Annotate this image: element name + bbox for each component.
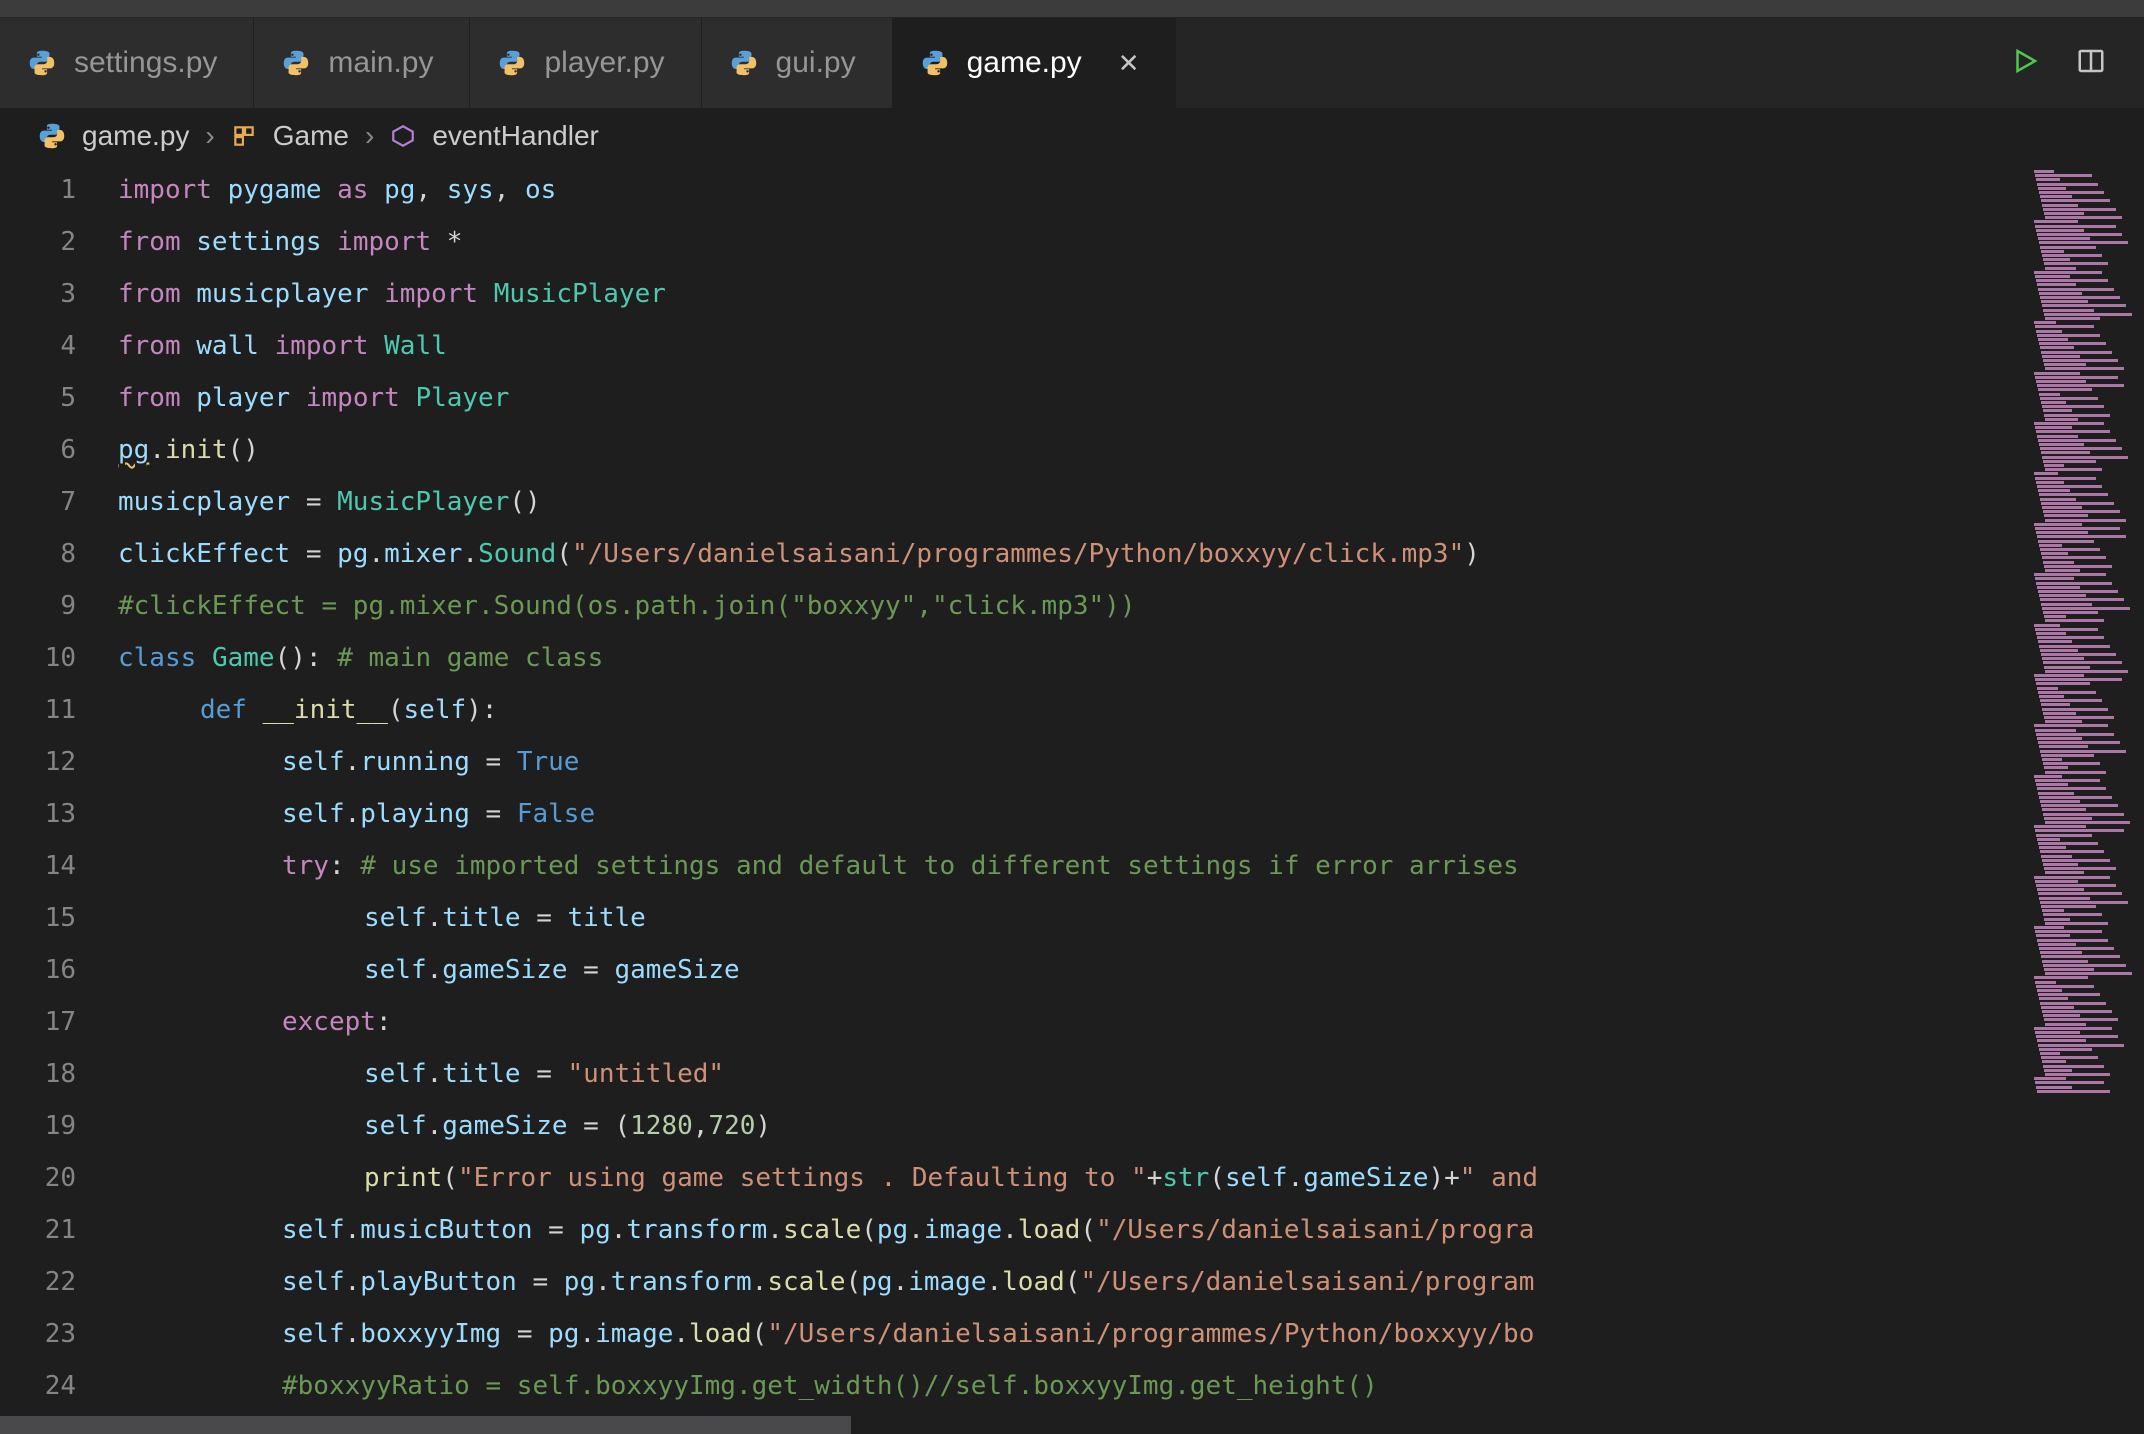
- breadcrumb-file[interactable]: game.py: [82, 120, 189, 152]
- code-line[interactable]: self.title = "untitled": [118, 1048, 2144, 1100]
- breadcrumb[interactable]: game.py › Game › eventHandler: [0, 108, 2144, 164]
- code-line[interactable]: self.playing = False: [118, 788, 2144, 840]
- line-number: 3: [0, 268, 76, 320]
- line-number: 15: [0, 892, 76, 944]
- tab-player-py[interactable]: player.py: [470, 18, 701, 108]
- line-number: 2: [0, 216, 76, 268]
- code-line[interactable]: def __init__(self):: [118, 684, 2144, 736]
- window-titlebar: [0, 0, 2144, 18]
- code-line[interactable]: musicplayer = MusicPlayer(): [118, 476, 2144, 528]
- line-number: 6: [0, 424, 76, 476]
- chevron-icon: ›: [205, 120, 214, 152]
- chevron-icon: ›: [365, 120, 374, 152]
- line-number: 5: [0, 372, 76, 424]
- code-line[interactable]: self.boxxyyImg = pg.image.load("/Users/d…: [118, 1308, 2144, 1360]
- scrollbar-thumb[interactable]: [0, 1416, 851, 1434]
- python-icon: [921, 49, 949, 77]
- tab-gui-py[interactable]: gui.py: [702, 18, 893, 108]
- python-icon: [28, 49, 56, 77]
- python-icon: [282, 49, 310, 77]
- editor-tabs: settings.py main.py player.py gui.py gam…: [0, 18, 2144, 108]
- code-area[interactable]: import pygame as pg, sys, osfrom setting…: [110, 164, 2144, 1434]
- line-number: 14: [0, 840, 76, 892]
- code-line[interactable]: from player import Player: [118, 372, 2144, 424]
- code-line[interactable]: except:: [118, 996, 2144, 1048]
- breadcrumb-method[interactable]: eventHandler: [432, 120, 599, 152]
- code-line[interactable]: pg.init(): [118, 424, 2144, 476]
- code-line[interactable]: self.playButton = pg.transform.scale(pg.…: [118, 1256, 2144, 1308]
- method-icon: [390, 123, 416, 149]
- tab-game-py[interactable]: game.py ✕: [893, 18, 1177, 108]
- line-number: 4: [0, 320, 76, 372]
- line-number: 24: [0, 1360, 76, 1412]
- line-number: 21: [0, 1204, 76, 1256]
- line-number: 1: [0, 164, 76, 216]
- line-number: 10: [0, 632, 76, 684]
- tab-main-py[interactable]: main.py: [254, 18, 470, 108]
- line-number: 20: [0, 1152, 76, 1204]
- line-number: 7: [0, 476, 76, 528]
- code-line[interactable]: print("Error using game settings . Defau…: [118, 1152, 2144, 1204]
- tab-spacer: [1176, 18, 1972, 108]
- line-number: 23: [0, 1308, 76, 1360]
- line-number: 16: [0, 944, 76, 996]
- code-line[interactable]: self.musicButton = pg.transform.scale(pg…: [118, 1204, 2144, 1256]
- tab-label: gui.py: [776, 46, 856, 80]
- tab-label: settings.py: [74, 46, 217, 80]
- line-number: 11: [0, 684, 76, 736]
- tab-label: main.py: [328, 46, 433, 80]
- line-number-gutter: 123456789101112131415161718192021222324: [0, 164, 110, 1434]
- code-line[interactable]: class Game(): # main game class: [118, 632, 2144, 684]
- code-line[interactable]: clickEffect = pg.mixer.Sound("/Users/dan…: [118, 528, 2144, 580]
- line-number: 17: [0, 996, 76, 1048]
- code-line[interactable]: self.running = True: [118, 736, 2144, 788]
- tab-settings-py[interactable]: settings.py: [0, 18, 254, 108]
- line-number: 8: [0, 528, 76, 580]
- code-line[interactable]: from settings import *: [118, 216, 2144, 268]
- code-line[interactable]: #boxxyyRatio = self.boxxyyImg.get_width(…: [118, 1360, 2144, 1412]
- line-number: 22: [0, 1256, 76, 1308]
- tab-label: player.py: [544, 46, 664, 80]
- split-editor-icon[interactable]: [2076, 46, 2106, 80]
- code-line[interactable]: self.gameSize = gameSize: [118, 944, 2144, 996]
- tab-label: game.py: [967, 46, 1082, 80]
- tab-actions: [1972, 18, 2144, 108]
- run-icon[interactable]: [2010, 46, 2040, 80]
- code-line[interactable]: self.gameSize = (1280,720): [118, 1100, 2144, 1152]
- minimap[interactable]: [2026, 164, 2144, 1434]
- line-number: 13: [0, 788, 76, 840]
- python-icon: [38, 122, 66, 150]
- line-number: 9: [0, 580, 76, 632]
- code-line[interactable]: from wall import Wall: [118, 320, 2144, 372]
- code-line[interactable]: try: # use imported settings and default…: [118, 840, 2144, 892]
- code-line[interactable]: from musicplayer import MusicPlayer: [118, 268, 2144, 320]
- code-line[interactable]: self.title = title: [118, 892, 2144, 944]
- close-icon[interactable]: ✕: [1118, 48, 1140, 79]
- line-number: 12: [0, 736, 76, 788]
- line-number: 19: [0, 1100, 76, 1152]
- python-icon: [498, 49, 526, 77]
- code-line[interactable]: #clickEffect = pg.mixer.Sound(os.path.jo…: [118, 580, 2144, 632]
- python-icon: [730, 49, 758, 77]
- code-editor[interactable]: 123456789101112131415161718192021222324 …: [0, 164, 2144, 1434]
- code-line[interactable]: import pygame as pg, sys, os: [118, 164, 2144, 216]
- breadcrumb-class[interactable]: Game: [273, 120, 349, 152]
- line-number: 18: [0, 1048, 76, 1100]
- class-icon: [231, 123, 257, 149]
- horizontal-scrollbar[interactable]: [0, 1416, 2026, 1434]
